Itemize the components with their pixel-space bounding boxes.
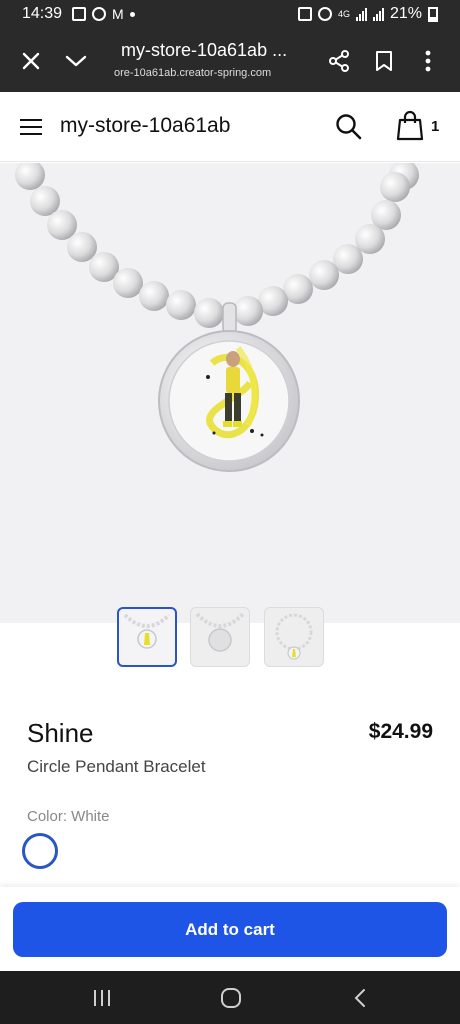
store-name[interactable]: my-store-10a61ab <box>60 114 230 138</box>
status-time: 14:39 <box>22 5 63 22</box>
more-notifications-icon <box>129 11 135 17</box>
bookmark-icon <box>376 51 392 71</box>
shopping-bag-icon <box>396 110 424 141</box>
recent-apps-icon <box>94 990 110 1006</box>
thumbnail-bracelet-image <box>275 613 313 660</box>
gmail-notification-icon: M <box>112 6 124 22</box>
menu-icon <box>20 119 42 121</box>
bookmark-button[interactable] <box>367 44 401 78</box>
share-button[interactable] <box>322 44 356 78</box>
back-button[interactable] <box>340 983 380 1013</box>
gallery-notification-icon <box>72 7 86 21</box>
page-title: my-store-10a61ab ... <box>121 40 288 60</box>
add-to-cart-bar: Add to cart <box>0 887 460 971</box>
search-button[interactable] <box>334 112 364 142</box>
payment-notification-icon <box>92 7 106 21</box>
back-chevron-icon <box>354 989 365 1007</box>
alarm-icon <box>317 7 332 21</box>
more-options-button[interactable] <box>411 44 445 78</box>
thumbnail-necklace-back-image <box>195 612 245 652</box>
product-subtitle: Circle Pendant Bracelet <box>27 757 206 776</box>
thumbnail-bracelet[interactable] <box>264 607 324 667</box>
cart-count-badge: 1 <box>431 118 440 135</box>
battery-percent: 21% <box>389 5 422 22</box>
collapse-button[interactable] <box>59 44 93 78</box>
store-header: my-store-10a61ab 1 <box>0 92 460 162</box>
color-label: Color: White <box>27 808 110 825</box>
product-price: $24.99 <box>368 720 433 743</box>
menu-button[interactable] <box>18 114 44 140</box>
signal-icon-2 <box>372 7 384 21</box>
color-swatch-white[interactable] <box>22 833 58 869</box>
thumbnail-necklace-front-image <box>123 613 171 649</box>
pendant-necklace-image <box>15 163 419 472</box>
close-icon <box>22 52 40 70</box>
thumbnail-front[interactable] <box>117 607 177 667</box>
product-image[interactable] <box>0 163 460 623</box>
cart-button[interactable] <box>396 110 424 142</box>
lock-icon <box>297 7 312 21</box>
product-title: Shine <box>27 718 94 748</box>
status-bar: 14:39 M 4G 21% <box>0 0 460 30</box>
home-icon <box>221 988 241 1008</box>
signal-icon <box>355 7 367 21</box>
chevron-down-icon <box>65 55 87 67</box>
close-tab-button[interactable] <box>14 44 48 78</box>
thumbnail-back[interactable] <box>190 607 250 667</box>
add-to-cart-button[interactable]: Add to cart <box>13 902 447 957</box>
browser-toolbar: my-store-10a61ab ... ore-10a61ab.creator… <box>0 30 460 92</box>
search-icon <box>336 114 362 140</box>
share-icon <box>329 50 349 72</box>
page-url: ore-10a61ab.creator-spring.com <box>114 67 272 79</box>
recent-apps-button[interactable] <box>82 983 122 1013</box>
image-thumbnails <box>0 607 460 669</box>
more-vert-icon <box>425 50 431 72</box>
battery-icon <box>428 6 438 22</box>
network-type-label: 4G <box>337 9 350 19</box>
home-button[interactable] <box>211 983 251 1013</box>
system-navigation-bar <box>0 971 460 1024</box>
